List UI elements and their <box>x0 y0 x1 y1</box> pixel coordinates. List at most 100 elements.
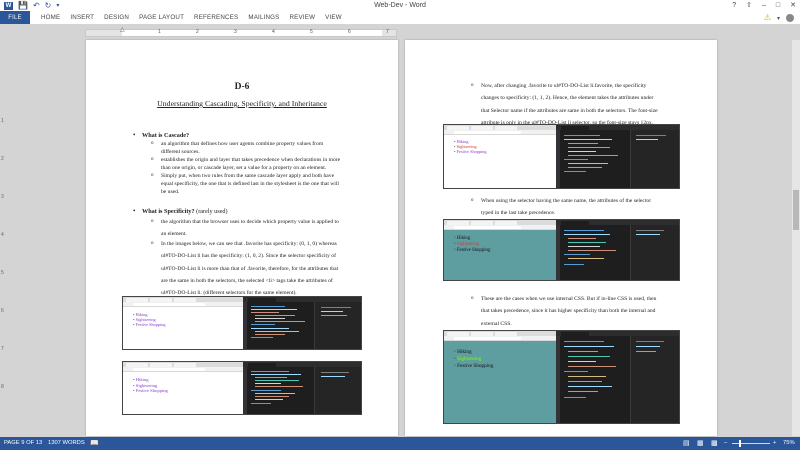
scrollbar-thumb[interactable] <box>793 190 799 230</box>
zoom-level[interactable]: 75% <box>783 437 795 450</box>
editor-activity-bar <box>556 336 560 423</box>
code-line <box>255 399 283 400</box>
minimize-button[interactable]: – <box>762 0 766 11</box>
code-line <box>251 328 289 329</box>
list-item: o In the images below, we can see that .… <box>151 238 339 299</box>
page-count[interactable]: PAGE 9 OF 13 <box>4 437 42 450</box>
editor-tab <box>248 298 276 302</box>
tab-design[interactable]: DESIGN <box>99 11 134 24</box>
code-line <box>251 390 281 391</box>
ruler-number: 7 <box>386 29 389 35</box>
code-line <box>321 311 343 312</box>
ruler-number: 4 <box>1 232 4 238</box>
proofing-icon[interactable]: 📖 <box>90 437 99 450</box>
document-page-left[interactable]: D-6 Understanding Cascading, Specificity… <box>86 40 398 436</box>
warning-icon[interactable]: ⚠ <box>764 11 771 25</box>
undo-icon[interactable]: ↶ <box>33 1 40 11</box>
indent-marker-icon[interactable]: △ <box>120 27 125 33</box>
print-layout-icon[interactable]: ▦ <box>697 437 704 450</box>
ribbon-right-area: ⚠ ▾ <box>764 11 794 25</box>
redo-icon[interactable]: ↻ <box>45 1 52 11</box>
close-button[interactable]: ✕ <box>790 0 796 11</box>
tab-review[interactable]: REVIEW <box>285 11 321 24</box>
customize-qa-icon[interactable]: ▾ <box>56 1 59 11</box>
code-line <box>564 135 600 136</box>
ribbon-tabs: FILE HOME INSERT DESIGN PAGE LAYOUT REFE… <box>0 11 800 25</box>
ruler-right-margin <box>382 30 396 36</box>
code-line <box>255 386 303 387</box>
save-icon[interactable]: 💾 <box>18 1 28 11</box>
code-line <box>251 309 297 310</box>
code-line <box>636 341 664 342</box>
tab-insert[interactable]: INSERT <box>65 11 99 24</box>
editor-tab <box>561 221 589 225</box>
vertical-scrollbar[interactable] <box>792 40 800 436</box>
chevron-down-icon[interactable]: ▾ <box>777 15 780 22</box>
address-bar <box>123 367 243 372</box>
code-line <box>251 324 275 325</box>
todo-list-preview: Hiking Sightseeing Festive Shopping <box>133 377 168 394</box>
code-editor-preview <box>243 297 361 349</box>
code-editor-preview <box>556 220 679 280</box>
web-layout-icon[interactable]: ▩ <box>711 437 718 450</box>
read-mode-icon[interactable]: ▤ <box>683 437 690 450</box>
word-count[interactable]: 1307 WORDS <box>48 437 85 450</box>
account-avatar[interactable] <box>786 14 794 22</box>
code-line <box>564 397 586 398</box>
list-item: o Simply put, when two rules from the sa… <box>151 172 339 196</box>
tab-page-layout[interactable]: PAGE LAYOUT <box>134 11 189 24</box>
horizontal-ruler-area: △ 1 2 3 4 5 6 7 <box>0 26 800 40</box>
code-line <box>568 242 606 243</box>
tab-file[interactable]: FILE <box>0 11 30 24</box>
help-button[interactable]: ? <box>732 0 736 11</box>
vertical-ruler[interactable]: 1 2 3 4 5 6 7 8 <box>0 40 8 436</box>
code-line <box>251 312 279 313</box>
list-item-line: the algorithm that the browser uses to d… <box>161 219 339 225</box>
code-line <box>321 315 347 316</box>
quick-access-toolbar: W 💾 ↶ ↻ ▾ <box>0 1 59 11</box>
ruler-number: 3 <box>1 194 4 200</box>
code-line <box>568 351 598 352</box>
page-title: Understanding Cascading, Specificity, an… <box>157 99 327 108</box>
maximize-button[interactable]: □ <box>776 0 780 11</box>
browser-preview: Hiking Sightseeing Festive Shopping <box>444 331 556 423</box>
list-item-line: equal specificity, the one that is defin… <box>161 181 339 187</box>
horizontal-ruler[interactable]: △ 1 2 3 4 5 6 7 <box>85 27 397 37</box>
list-item-line: that Selector name if the attributes are… <box>481 107 658 114</box>
code-editor-preview <box>243 362 361 414</box>
zoom-slider[interactable] <box>732 440 770 447</box>
tab-home[interactable]: HOME <box>36 11 65 24</box>
list-item-line: than one origin, or cascade layer, set a… <box>161 165 327 171</box>
bullet-section-cascade: • What is Cascade? <box>133 132 189 140</box>
tab-references[interactable]: REFERENCES <box>189 11 243 24</box>
code-line <box>568 361 596 362</box>
address-bar <box>444 336 556 341</box>
list-item-line: an algorithm that defines how user agent… <box>161 141 324 147</box>
code-line <box>636 351 656 352</box>
ruler-number: 1 <box>158 29 161 35</box>
list-item-line: be used. <box>161 189 180 195</box>
code-line <box>564 346 614 347</box>
zoom-slider-thumb[interactable] <box>739 440 741 447</box>
list-item-line: ul#TO-DO-List li is more than that of .f… <box>161 265 339 272</box>
code-screenshot-1: Hiking Sightseeing Festive Shopping <box>122 296 362 350</box>
tab-view[interactable]: VIEW <box>320 11 347 24</box>
code-line <box>568 147 610 148</box>
list-item: Hiking <box>454 349 493 356</box>
zoom-in-button[interactable]: + <box>773 437 776 450</box>
word-logo-icon: W <box>4 1 13 10</box>
document-page-right[interactable]: o Now, after changing .favorite to ul#TO… <box>405 40 717 436</box>
code-line <box>568 258 604 259</box>
zoom-out-button[interactable]: – <box>724 437 727 450</box>
ruler-number: 4 <box>272 29 275 35</box>
list-item-line: that takes precedence, since it has high… <box>481 308 656 315</box>
code-line <box>568 376 606 377</box>
tab-mailings[interactable]: MAILINGS <box>243 11 284 24</box>
code-screenshot-3: Hiking Sightseeing Festive Shopping <box>443 124 680 189</box>
address-field <box>133 303 205 306</box>
editor-tab <box>561 126 589 130</box>
todo-list-preview: Hiking Sightseeing Festive Shopping <box>454 236 490 254</box>
code-line <box>564 254 590 255</box>
ribbon-display-icon[interactable]: ⇧ <box>746 0 752 11</box>
editor-activity-bar <box>243 367 247 414</box>
